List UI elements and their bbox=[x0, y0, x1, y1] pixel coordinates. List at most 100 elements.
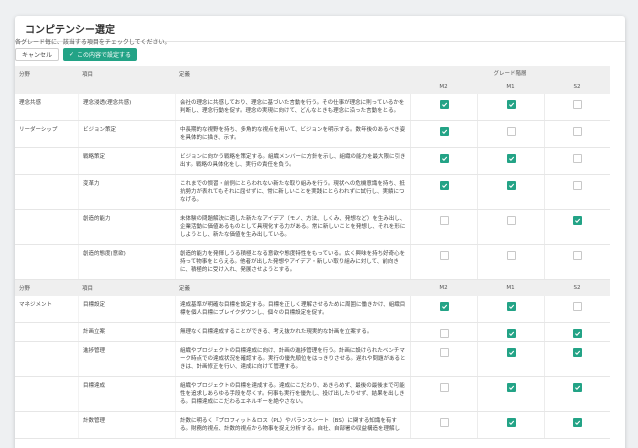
grade-checkbox-m2[interactable] bbox=[439, 329, 449, 338]
cancel-button[interactable]: キャンセル bbox=[15, 48, 60, 61]
checkbox-cell bbox=[544, 377, 610, 411]
grade-checkbox-s2[interactable] bbox=[573, 302, 582, 311]
row-definition: 創造的能力を発揮しうる積極となる意欲や態度特性をもっている。広く興味を持ち好奇心… bbox=[175, 245, 410, 279]
checkbox-cell bbox=[410, 175, 477, 209]
grade-checkbox-m1[interactable] bbox=[506, 418, 516, 427]
grade-checkbox-m1[interactable] bbox=[506, 154, 516, 163]
row-category bbox=[15, 175, 78, 209]
row-category bbox=[15, 377, 78, 411]
table-row: 創造的態度(意欲) 創造的能力を発揮しうる積極となる意欲や態度特性をもっている。広… bbox=[15, 245, 610, 280]
checkmark-icon bbox=[441, 102, 447, 108]
checkbox-cell bbox=[477, 148, 544, 174]
row-item: 理念浸透(理念共感) bbox=[78, 94, 175, 120]
row-definition: 未体験の問題解決に適した新たなアイデア（モノ、方法、しくみ、発想など）を生み出し… bbox=[175, 210, 410, 244]
checkbox-cell bbox=[477, 121, 544, 147]
grade-checkbox-m2[interactable] bbox=[439, 181, 449, 190]
table-subheader: 分野 項目 定義 M2 M1 S2 bbox=[15, 280, 610, 296]
competency-table: 分野 項目 定義 グレード階層 M2 M1 S2 理念共感 理念浸透(理念共感) 会社の理念に共感… bbox=[15, 66, 610, 439]
header-grade-s2: S2 bbox=[573, 84, 581, 90]
checkbox-cell bbox=[544, 412, 610, 438]
grade-checkbox-m2[interactable] bbox=[439, 216, 449, 225]
checkmark-icon bbox=[575, 385, 581, 391]
checkbox-cell bbox=[477, 342, 544, 376]
row-category bbox=[15, 210, 78, 244]
grade-checkbox-m2[interactable] bbox=[439, 383, 449, 392]
checkmark-icon bbox=[508, 102, 514, 108]
header-spacer bbox=[15, 82, 78, 94]
checkmark-icon bbox=[441, 304, 447, 310]
grade-checkbox-m1[interactable] bbox=[506, 329, 516, 338]
checkbox-cell bbox=[544, 94, 610, 120]
grade-checkbox-m2[interactable] bbox=[439, 154, 449, 163]
grade-checkbox-s2[interactable] bbox=[573, 100, 582, 109]
grade-checkbox-m1[interactable] bbox=[506, 181, 516, 190]
grade-checkbox-m2[interactable] bbox=[439, 418, 449, 427]
header-grade-m1: M1 bbox=[506, 84, 515, 90]
grade-checkbox-m2[interactable] bbox=[439, 251, 449, 260]
grade-checkbox-m2[interactable] bbox=[439, 302, 449, 311]
save-button[interactable]: ✓ この内容で設定する bbox=[63, 48, 138, 61]
checkbox-cell bbox=[410, 377, 477, 411]
grade-checkbox-m2[interactable] bbox=[439, 100, 449, 109]
grade-checkbox-m1[interactable] bbox=[506, 100, 516, 109]
grade-checkbox-m1[interactable] bbox=[506, 127, 516, 136]
row-item: 変革力 bbox=[78, 175, 175, 209]
grade-checkbox-m1[interactable] bbox=[506, 251, 516, 260]
checkbox-cell bbox=[544, 175, 610, 209]
grade-checkbox-s2[interactable] bbox=[573, 181, 582, 190]
checkbox-cell bbox=[544, 245, 610, 279]
header-spacer bbox=[78, 82, 175, 94]
header-spacer bbox=[175, 82, 410, 94]
checkbox-cell bbox=[410, 412, 477, 438]
row-definition: 達成基準が明確な目標を設定する。目標を正しく理解させるために周囲に働きかけ、組織… bbox=[175, 296, 410, 322]
checkmark-icon bbox=[575, 331, 581, 337]
row-definition: 組織やプロジェクトの目標達成に向け、計画の進捗管理を行う。計画に設けられたベンチ… bbox=[175, 342, 410, 376]
checkmark-icon bbox=[575, 420, 581, 426]
grade-checkbox-s2[interactable] bbox=[573, 154, 582, 163]
grade-checkbox-m1[interactable] bbox=[506, 302, 516, 311]
checkbox-cell bbox=[410, 94, 477, 120]
checkbox-cell bbox=[544, 121, 610, 147]
checkbox-cell bbox=[544, 342, 610, 376]
row-item: 計数管理 bbox=[78, 412, 175, 438]
table-row: マネジメント 目標設定 達成基準が明確な目標を設定する。目標を正しく理解させるために… bbox=[15, 296, 610, 323]
grade-checkbox-s2[interactable] bbox=[573, 329, 582, 338]
row-category: マネジメント bbox=[19, 302, 53, 308]
header-grade-group: グレード階層 bbox=[493, 71, 527, 77]
table-row: 進捗管理 組織やプロジェクトの目標達成に向け、計画の進捗管理を行う。計画に設けられ… bbox=[15, 342, 610, 377]
checkbox-cell bbox=[477, 210, 544, 244]
checkbox-cell bbox=[544, 210, 610, 244]
grade-checkbox-m2[interactable] bbox=[439, 348, 449, 357]
row-category: リーダーシップ bbox=[19, 127, 58, 133]
row-item: 創造的態度(意欲) bbox=[78, 245, 175, 279]
grade-checkbox-s2[interactable] bbox=[573, 216, 582, 225]
checkbox-cell bbox=[410, 210, 477, 244]
row-definition: ビジョンに向かう戦略を策定する。組織メンバーに方針を示し、組織の能力を最大限に引… bbox=[175, 148, 410, 174]
grade-checkbox-s2[interactable] bbox=[573, 127, 582, 136]
table-row: 戦略策定 ビジョンに向かう戦略を策定する。組織メンバーに方針を示し、組織の能力を最… bbox=[15, 148, 610, 175]
row-item: 戦略策定 bbox=[78, 148, 175, 174]
grade-checkbox-m1[interactable] bbox=[506, 216, 516, 225]
grade-checkbox-m1[interactable] bbox=[506, 383, 516, 392]
grade-checkbox-m1[interactable] bbox=[506, 348, 516, 357]
grade-checkbox-s2[interactable] bbox=[573, 383, 582, 392]
checkbox-cell bbox=[410, 121, 477, 147]
checkbox-cell bbox=[477, 245, 544, 279]
checkmark-icon bbox=[508, 183, 514, 189]
table-row: 創造的能力 未体験の問題解決に適した新たなアイデア（モノ、方法、しくみ、発想など）… bbox=[15, 210, 610, 245]
table-row: 計数管理 計数に明るく『プロフィット＆ロス（PL）やバランスシート（BS）に関する… bbox=[15, 412, 610, 439]
checkmark-icon bbox=[441, 183, 447, 189]
grade-checkbox-s2[interactable] bbox=[573, 418, 582, 427]
checkbox-cell bbox=[477, 296, 544, 322]
grade-checkbox-s2[interactable] bbox=[573, 348, 582, 357]
grade-checkbox-m2[interactable] bbox=[439, 127, 449, 136]
header-grade-m2: M2 bbox=[439, 285, 448, 291]
checkmark-icon bbox=[508, 420, 514, 426]
grade-checkbox-s2[interactable] bbox=[573, 251, 582, 260]
checkbox-cell bbox=[544, 148, 610, 174]
row-category bbox=[15, 412, 78, 438]
header-category: 分野 bbox=[19, 72, 31, 78]
checkbox-cell bbox=[477, 323, 544, 341]
checkbox-cell bbox=[477, 412, 544, 438]
header-definition: 定義 bbox=[179, 286, 191, 292]
